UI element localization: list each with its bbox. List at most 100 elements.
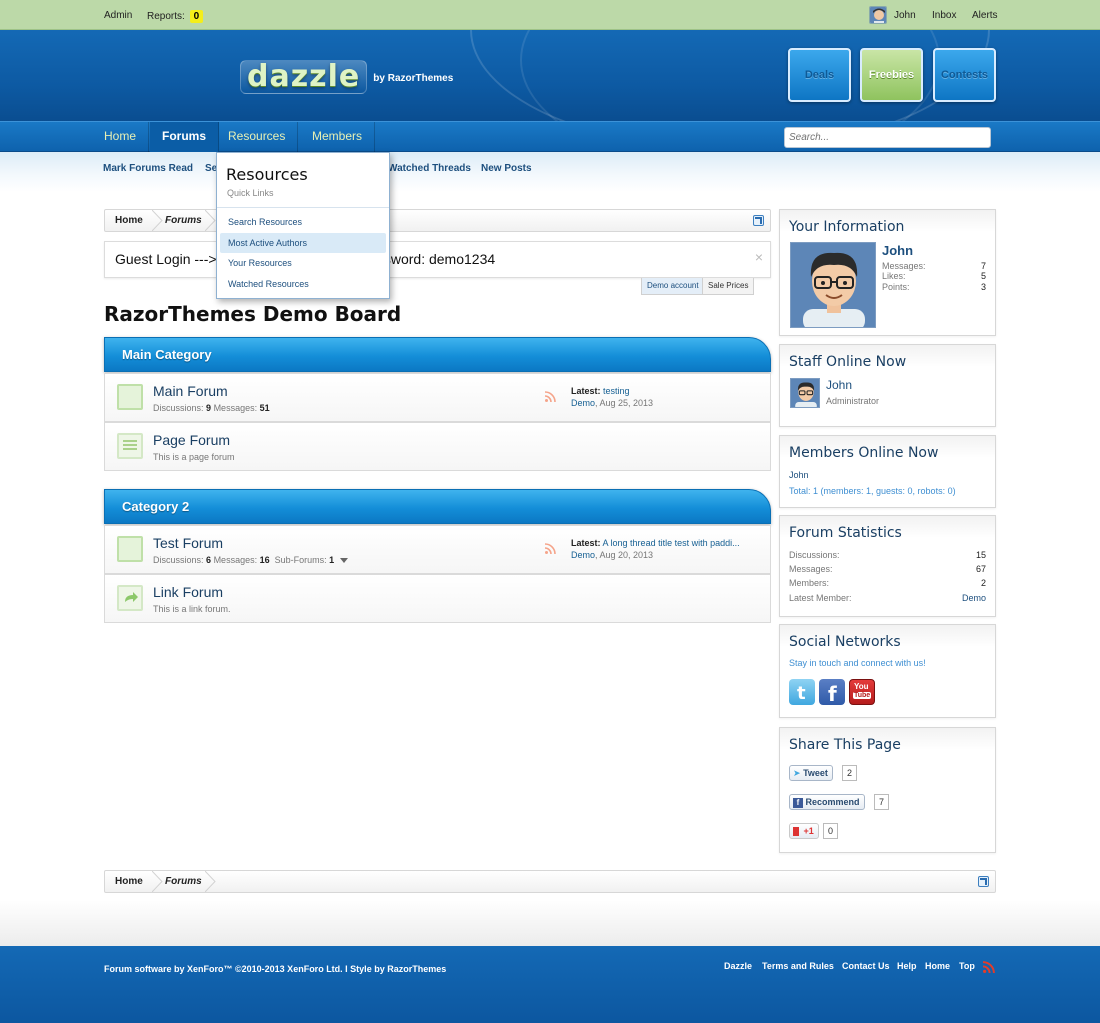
- jump-to-icon[interactable]: [753, 215, 764, 226]
- page-forum-icon: [117, 433, 143, 459]
- messages-count: 16: [259, 555, 270, 565]
- menu-item-search-resources[interactable]: Search Resources: [220, 212, 386, 232]
- latest-label: Latest:: [571, 386, 601, 396]
- chevron-down-icon[interactable]: [339, 558, 348, 564]
- youtube-you-text: You: [854, 682, 869, 691]
- user-menu-link[interactable]: John: [894, 10, 916, 21]
- tab-home[interactable]: Home: [92, 122, 150, 152]
- forum-title-link[interactable]: Link Forum: [153, 584, 223, 600]
- mark-forums-read-link[interactable]: Mark Forums Read: [103, 163, 193, 174]
- inbox-link[interactable]: Inbox: [932, 10, 956, 21]
- rss-feed-icon[interactable]: [545, 391, 556, 402]
- jump-to-icon[interactable]: [978, 876, 989, 887]
- footer-link-home[interactable]: Home: [925, 961, 950, 971]
- tab-forums[interactable]: Forums: [150, 122, 220, 152]
- staff-name-link[interactable]: John: [826, 378, 852, 392]
- menu-item-watched-resources[interactable]: Watched Resources: [220, 274, 386, 294]
- latest-user-link[interactable]: Demo: [571, 398, 595, 408]
- footer-link-help[interactable]: Help: [897, 961, 917, 971]
- sidebar-heading: Members Online Now: [789, 445, 939, 461]
- search-input[interactable]: [784, 127, 991, 148]
- likes-value: 5: [980, 271, 986, 281]
- forum-unread-icon: [117, 536, 143, 562]
- forum-stats: Discussions: 9 Messages: 51: [153, 403, 270, 413]
- breadcrumb-arrow-icon: [152, 871, 163, 892]
- tweet-label: Tweet: [803, 768, 828, 778]
- category-header[interactable]: Category 2: [104, 489, 771, 524]
- site-logo[interactable]: dazzle by RazorThemes: [240, 58, 453, 94]
- reports-link[interactable]: Reports: 0: [147, 10, 204, 23]
- tweet-count: 2: [842, 765, 858, 781]
- forum-statistics-box: Forum Statistics Discussions: 15 Message…: [779, 515, 996, 617]
- stat-label: Discussions:: [789, 550, 840, 560]
- latest-member-link[interactable]: Demo: [962, 593, 986, 603]
- tweet-button[interactable]: ➤ Tweet: [789, 765, 833, 781]
- footer-link-dazzle[interactable]: Dazzle: [724, 961, 752, 971]
- forum-title-link[interactable]: Test Forum: [153, 535, 223, 551]
- your-information-box: Your Information John Messages: 7 Likes:…: [779, 209, 996, 336]
- points-value: 3: [980, 282, 986, 292]
- subforums-count: 1: [329, 555, 335, 565]
- breadcrumb-forums[interactable]: Forums: [165, 210, 202, 231]
- menu-title[interactable]: Resources: [226, 165, 308, 184]
- admin-bar: Admin Reports: 0 John Inbox Alerts: [0, 0, 1100, 30]
- forum-title-link[interactable]: Page Forum: [153, 432, 230, 448]
- messages-label: Messages:: [882, 261, 926, 271]
- rss-feed-icon[interactable]: [983, 961, 995, 973]
- alerts-link[interactable]: Alerts: [972, 10, 998, 21]
- messages-label: Messages:: [213, 555, 258, 565]
- latest-thread-link[interactable]: A long thread title test with paddi...: [603, 538, 740, 548]
- user-name-link[interactable]: John: [882, 243, 913, 258]
- last-post-info: Latest: A long thread title test with pa…: [571, 537, 740, 561]
- avatar[interactable]: [790, 378, 820, 408]
- breadcrumb-home[interactable]: Home: [115, 210, 143, 231]
- admin-link[interactable]: Admin: [104, 10, 132, 21]
- twitter-icon[interactable]: t: [789, 679, 815, 705]
- watched-threads-link[interactable]: Watched Threads: [388, 163, 471, 174]
- notice-tab-sale-prices[interactable]: Sale Prices: [702, 278, 755, 295]
- new-posts-link[interactable]: New Posts: [481, 163, 532, 174]
- forum-title-link[interactable]: Main Forum: [153, 383, 228, 399]
- subforums-label: Sub-Forums:: [274, 555, 327, 565]
- tab-resources[interactable]: Resources: [216, 122, 299, 152]
- forum-node: Main Forum Discussions: 9 Messages: 51 L…: [104, 373, 771, 422]
- breadcrumb-arrow-icon: [152, 210, 163, 231]
- logo-byline: by RazorThemes: [373, 73, 454, 84]
- forum-description: This is a page forum: [153, 452, 235, 462]
- svg-text:f: f: [828, 682, 837, 705]
- recommend-button[interactable]: f Recommend: [789, 794, 865, 810]
- freebies-button[interactable]: Freebies: [860, 48, 923, 102]
- online-member-link[interactable]: John: [789, 470, 809, 480]
- contests-button[interactable]: Contests: [933, 48, 996, 102]
- latest-user-link[interactable]: Demo: [571, 550, 595, 560]
- stat-label: Members:: [789, 578, 830, 588]
- discussions-label: Discussions:: [153, 555, 204, 565]
- deals-button[interactable]: Deals: [788, 48, 851, 102]
- google-plus-one-button[interactable]: +1: [789, 823, 819, 839]
- reports-count-badge: 0: [189, 10, 204, 23]
- breadcrumb: Home Forums: [104, 870, 996, 893]
- page-title: RazorThemes Demo Board: [104, 302, 402, 326]
- menu-item-most-active-authors[interactable]: Most Active Authors: [220, 233, 386, 253]
- rss-feed-icon[interactable]: [545, 543, 556, 554]
- plusone-count: 0: [823, 823, 839, 839]
- menu-item-your-resources[interactable]: Your Resources: [220, 253, 386, 273]
- footer-link-top[interactable]: Top: [959, 961, 975, 971]
- breadcrumb-home[interactable]: Home: [115, 871, 143, 892]
- notice-tab-demo-account[interactable]: Demo account: [641, 278, 705, 295]
- footer-link-contact[interactable]: Contact Us: [842, 961, 890, 971]
- avatar[interactable]: [790, 242, 876, 328]
- forum-node: Test Forum Discussions: 6 Messages: 16 S…: [104, 525, 771, 574]
- close-icon[interactable]: ×: [755, 249, 763, 265]
- youtube-icon[interactable]: You Tube: [849, 679, 875, 705]
- breadcrumb-forums[interactable]: Forums: [165, 871, 202, 892]
- footer-link-terms[interactable]: Terms and Rules: [762, 961, 834, 971]
- menu-divider: [217, 207, 389, 208]
- tab-members[interactable]: Members: [300, 122, 376, 152]
- facebook-icon[interactable]: f: [819, 679, 845, 706]
- user-avatar-icon[interactable]: [869, 6, 887, 24]
- recommend-label: Recommend: [805, 797, 860, 807]
- latest-thread-link[interactable]: testing: [603, 386, 630, 396]
- sidebar-heading: Staff Online Now: [789, 354, 907, 370]
- category-header[interactable]: Main Category: [104, 337, 771, 372]
